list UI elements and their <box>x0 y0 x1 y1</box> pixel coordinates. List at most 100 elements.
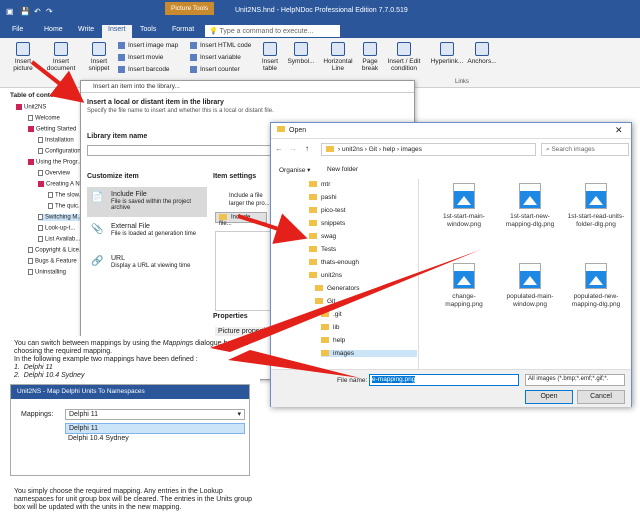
file-item[interactable]: 1st-start-main-window.png <box>435 183 493 229</box>
tab-insert[interactable]: Insert <box>102 25 132 38</box>
save-icon[interactable]: 💾 <box>20 7 30 16</box>
tab-tools[interactable]: Tools <box>140 26 156 33</box>
open-dialog-footer: File name: e-mapping.png All images (*.b… <box>271 369 631 407</box>
toc-item[interactable]: Uninstalling <box>28 269 66 276</box>
undo-icon[interactable]: ↶ <box>34 7 41 16</box>
file-name: 1st-start-read-units-folder-dlg.png <box>567 213 625 228</box>
insert-condition-button[interactable]: Insert / Edit condition <box>384 42 424 72</box>
nav-folder-item[interactable]: mtr <box>309 181 330 188</box>
barcode-label: Insert barcode <box>128 66 170 74</box>
tab-write[interactable]: Write <box>78 26 94 33</box>
nav-folder-item[interactable]: images <box>321 350 417 357</box>
close-icon[interactable]: ✕ <box>615 125 623 136</box>
toc-item[interactable]: Switching M... <box>38 214 83 221</box>
toc-item[interactable]: Installation <box>38 137 74 144</box>
cancel-button[interactable]: Cancel <box>577 390 625 404</box>
insert-movie-button[interactable]: Insert movie <box>118 54 163 61</box>
breadcrumb-item[interactable]: unit2ns <box>342 146 363 153</box>
toc-item[interactable]: List Availab... <box>38 236 80 243</box>
toc-item[interactable]: Creating A N... <box>38 181 85 188</box>
toc-item[interactable]: Unit2NS <box>16 104 46 111</box>
tab-file[interactable]: File <box>12 26 23 33</box>
insert-table-button[interactable]: Insert table <box>258 42 282 72</box>
insert-document-button[interactable]: Insert document <box>44 42 78 72</box>
anchor-icon <box>475 42 489 56</box>
nav-folder-item[interactable]: .git <box>321 311 342 318</box>
toc-item[interactable]: The quic... <box>48 203 83 210</box>
html-code-icon <box>190 42 197 49</box>
insert-picture-button[interactable]: Insert picture <box>8 42 38 72</box>
toc-item[interactable]: Using the Progr... <box>28 159 82 166</box>
picture-properties-section[interactable]: Picture properties <box>215 327 276 336</box>
open-dialog-titlebar: Open ✕ <box>271 123 631 139</box>
mappings-select[interactable]: Delphi 11 ▾ <box>65 409 245 420</box>
nav-folder-item[interactable]: pico-test <box>309 207 346 214</box>
filetype-select[interactable]: All images (*.bmp;*.emf;*.gif;*. <box>525 374 625 386</box>
toc-item[interactable]: Overview <box>38 170 70 177</box>
command-search[interactable]: 💡 Type a command to execute... <box>205 25 340 37</box>
toc-item[interactable]: Copyright & Lice... <box>28 247 84 254</box>
tab-home[interactable]: Home <box>44 26 63 33</box>
nav-folder-item[interactable]: lib <box>321 324 340 331</box>
nav-folder-item[interactable]: Tests <box>309 246 336 253</box>
file-item[interactable]: populated-new-mapping-dlg.png <box>567 263 625 309</box>
breadcrumb-item[interactable]: help <box>383 146 395 153</box>
option-external-file[interactable]: 📎 External File File is loaded at genera… <box>87 219 207 249</box>
toc-item[interactable]: Configuration <box>38 148 81 155</box>
hyperlink-button[interactable]: Hyperlink... <box>430 42 464 65</box>
insert-html-code-button[interactable]: Insert HTML code <box>190 42 251 49</box>
breadcrumb-item[interactable]: Git <box>369 146 377 153</box>
nav-folder-item[interactable]: pashi <box>309 194 337 201</box>
include-file-button[interactable]: Include file... <box>215 212 267 227</box>
insert-image-map-button[interactable]: Insert image map <box>118 42 178 49</box>
toc-item[interactable]: Bugs & Feature <box>28 258 77 265</box>
breadcrumb-item[interactable]: images <box>401 146 422 153</box>
toc-item-label: List Availab... <box>45 236 81 243</box>
horizontal-line-button[interactable]: Horizontal Line <box>320 42 356 72</box>
folder-icon <box>326 146 334 153</box>
option-url[interactable]: 🔗 URL Display a URL at viewing time <box>87 251 207 281</box>
up-icon[interactable]: ↑ <box>305 144 309 153</box>
forward-icon[interactable]: → <box>289 144 297 153</box>
insert-variable-button[interactable]: Insert variable <box>190 54 241 61</box>
file-item[interactable]: 1st-start-new-mapping-dlg.png <box>501 183 559 229</box>
redo-icon[interactable]: ↷ <box>46 7 53 16</box>
breadcrumb[interactable]: › unit2ns › Git › help › images <box>321 143 536 156</box>
nav-folder-item[interactable]: snippets <box>309 220 345 227</box>
library-dialog-title: Insert an item into the library... <box>81 81 414 93</box>
search-input[interactable]: ⌕ Search images <box>541 143 629 156</box>
mapping-dialog-image: Unit2NS - Map Delphi Units To Namespaces… <box>10 384 250 476</box>
insert-barcode-button[interactable]: Insert barcode <box>118 66 170 73</box>
toc-item[interactable]: Getting Started <box>28 126 76 133</box>
nav-folder-item[interactable]: unit2ns <box>309 272 342 279</box>
toc-item[interactable]: Welcome <box>28 115 60 122</box>
page-break-button[interactable]: Page break <box>358 42 382 72</box>
symbol-button[interactable]: Symbol... <box>286 42 316 65</box>
organise-button[interactable]: Organise ▾ <box>279 166 310 174</box>
item-name-label: Library item name <box>87 133 148 140</box>
toc-item[interactable]: Look-up-t... <box>38 225 75 232</box>
toc-item[interactable]: The slow... <box>48 192 84 199</box>
properties-label: Properties <box>213 313 248 320</box>
filename-input[interactable]: e-mapping.png <box>369 374 519 386</box>
tab-format[interactable]: Format <box>172 26 194 33</box>
page-icon <box>28 247 33 253</box>
insert-counter-button[interactable]: Insert counter <box>190 66 240 73</box>
nav-folder-item[interactable]: Generators <box>315 285 360 292</box>
nav-folder-item[interactable]: swag <box>309 233 336 240</box>
opt2-title: External File <box>111 223 150 230</box>
back-icon[interactable]: ← <box>275 144 283 153</box>
mappings-option[interactable]: Delphi 11 <box>65 423 245 434</box>
mappings-option[interactable]: Delphi 10.4 Sydney <box>65 434 245 445</box>
nav-folder-item[interactable]: thats-enough <box>309 259 359 266</box>
file-item[interactable]: 1st-start-read-units-folder-dlg.png <box>567 183 625 229</box>
new-folder-button[interactable]: New folder <box>327 166 358 173</box>
nav-folder-item[interactable]: help <box>321 337 345 344</box>
file-item[interactable]: change-mapping.png <box>435 263 493 309</box>
open-button[interactable]: Open <box>525 390 573 404</box>
file-item[interactable]: populated-main-window.png <box>501 263 559 309</box>
nav-folder-item[interactable]: Git <box>315 298 335 305</box>
option-include-file[interactable]: 📄 Include File File is saved within the … <box>87 187 207 217</box>
insert-snippet-button[interactable]: Insert snippet <box>84 42 114 72</box>
anchors-button[interactable]: Anchors... <box>466 42 498 65</box>
